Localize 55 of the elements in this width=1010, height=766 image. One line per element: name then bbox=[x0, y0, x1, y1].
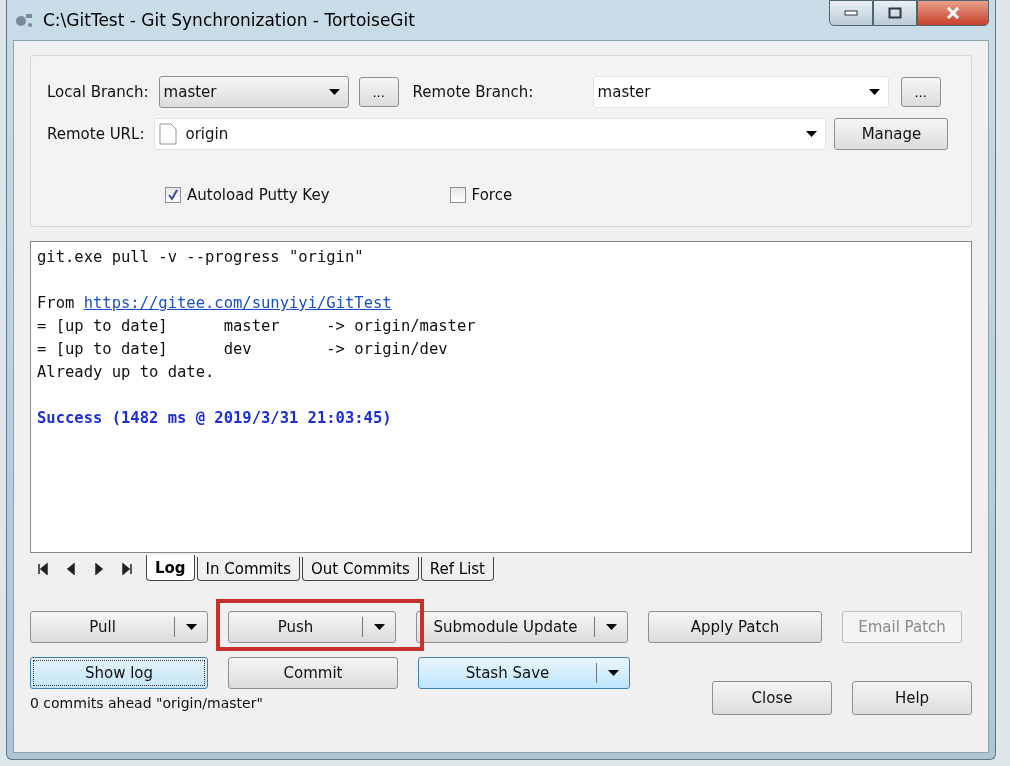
split-button[interactable]: Submodule Update bbox=[416, 611, 628, 643]
dropdown-arrow-icon bbox=[868, 89, 880, 95]
close-window-button[interactable] bbox=[917, 0, 989, 26]
log-line: Already up to date. bbox=[37, 363, 215, 381]
log-line: = [up to date] dev -> origin/dev bbox=[37, 340, 448, 358]
checkbox-label: Autoload Putty Key bbox=[187, 186, 330, 204]
button[interactable]: Commit bbox=[228, 657, 398, 689]
dialog-button[interactable]: Help bbox=[852, 681, 972, 715]
status-text: 0 commits ahead "origin/master" bbox=[30, 695, 264, 713]
minimize-icon bbox=[844, 10, 858, 16]
checkbox[interactable] bbox=[165, 187, 181, 203]
remote-url-dropdown[interactable]: origin bbox=[154, 118, 827, 150]
remote-url-label: Remote URL: bbox=[47, 125, 145, 143]
dropdown-arrow-icon bbox=[806, 131, 818, 137]
checkmark-icon bbox=[167, 189, 179, 201]
maximize-button[interactable] bbox=[873, 0, 917, 26]
first-page-icon[interactable] bbox=[38, 563, 48, 575]
window-title: C:\GitTest - Git Synchronization - TortoiseGit bbox=[43, 10, 415, 30]
next-icon[interactable] bbox=[94, 563, 104, 575]
minimize-button[interactable] bbox=[829, 0, 873, 26]
close-icon bbox=[946, 7, 960, 19]
browse-button[interactable]: ... bbox=[900, 77, 941, 107]
tab[interactable]: Log bbox=[146, 555, 195, 581]
remote-branch-dropdown[interactable]: master bbox=[592, 76, 889, 108]
log-line: = [up to date] master -> origin/master bbox=[37, 317, 476, 335]
document-icon bbox=[159, 123, 178, 145]
dialog-button[interactable]: Close bbox=[712, 681, 832, 715]
tab[interactable]: In Commits bbox=[196, 557, 301, 581]
tab[interactable]: Ref List bbox=[420, 557, 494, 581]
dropdown-arrow-icon bbox=[328, 89, 340, 95]
checkbox[interactable] bbox=[449, 187, 466, 203]
browse-button[interactable]: ... bbox=[358, 77, 399, 107]
split-button[interactable]: Stash Save bbox=[418, 657, 630, 689]
tab[interactable]: Out Commits bbox=[302, 557, 419, 581]
dropdown-arrow-icon bbox=[185, 624, 197, 630]
button[interactable]: Show log bbox=[30, 657, 208, 689]
log-line: From bbox=[37, 294, 76, 312]
app-icon bbox=[13, 11, 35, 29]
checkbox-label: Force bbox=[471, 186, 513, 204]
maximize-icon bbox=[888, 7, 902, 19]
previous-icon[interactable] bbox=[66, 563, 76, 575]
url-link[interactable]: https://gitee.com/sunyiyi/GitTest bbox=[83, 294, 392, 312]
local-branch-dropdown[interactable]: master bbox=[158, 76, 349, 108]
split-button[interactable]: Pull bbox=[30, 611, 208, 643]
dropdown-arrow-icon bbox=[607, 670, 619, 676]
dropdown-arrow-icon bbox=[605, 624, 617, 630]
manage-button[interactable]: Manage bbox=[834, 118, 949, 150]
success-message: Success (1482 ms @ 2019/3/31 21:03:45) bbox=[37, 409, 392, 427]
local-branch-label: Local Branch: bbox=[47, 83, 149, 101]
last-page-icon[interactable] bbox=[122, 563, 132, 575]
remote-branch-label: Remote Branch: bbox=[412, 83, 535, 101]
split-button[interactable]: Push bbox=[228, 611, 396, 643]
button[interactable]: Apply Patch bbox=[648, 611, 822, 643]
log-line: git.exe pull -v --progress "origin" bbox=[37, 248, 364, 266]
dropdown-arrow-icon bbox=[373, 624, 385, 630]
